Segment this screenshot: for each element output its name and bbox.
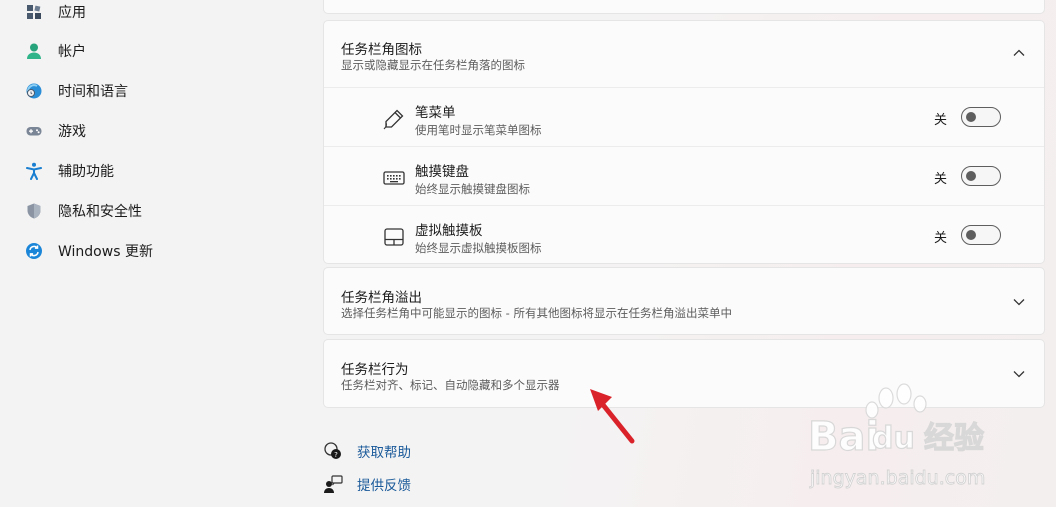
apps-icon: [24, 2, 44, 22]
sidebar-item-time-language[interactable]: 时间和语言: [24, 76, 294, 106]
get-help-link[interactable]: ? 获取帮助: [323, 441, 411, 461]
touch-keyboard-toggle[interactable]: [961, 166, 1001, 186]
virtual-touchpad-subtitle: 始终显示虚拟触摸板图标: [415, 241, 542, 255]
sidebar-item-label: 时间和语言: [58, 84, 128, 100]
watermark-brand-right: du: [872, 421, 915, 456]
corner-icons-section: 任务栏角图标 显示或隐藏显示在任务栏角落的图标 笔菜单 使用笔时显示笔菜单图标 …: [323, 20, 1045, 264]
pen-menu-toggle[interactable]: [961, 107, 1001, 127]
corner-overflow-section[interactable]: 任务栏角溢出 选择任务栏角中可能显示的图标 - 所有其他图标将显示在任务栏角溢出…: [323, 267, 1045, 335]
settings-sidebar: 应用 帐户 时间和语言 游戏 辅助功能 隐私和安全性 Windows 更新: [0, 0, 310, 507]
privacy-shield-icon: [24, 201, 44, 221]
chevron-up-icon[interactable]: [1012, 46, 1026, 60]
toggle-knob: [966, 112, 976, 122]
sidebar-item-privacy[interactable]: 隐私和安全性: [24, 196, 294, 226]
corner-overflow-subtitle: 选择任务栏角中可能显示的图标 - 所有其他图标将显示在任务栏角溢出菜单中: [341, 306, 732, 320]
watermark-brand-left: Bai: [808, 414, 879, 460]
feedback-icon: [324, 475, 343, 493]
corner-icons-title: 任务栏角图标: [341, 42, 422, 58]
account-icon: [24, 41, 44, 61]
touch-keyboard-row: 触摸键盘 始终显示触摸键盘图标 关: [324, 146, 1044, 205]
sidebar-item-label: 隐私和安全性: [58, 204, 142, 220]
sidebar-item-accessibility[interactable]: 辅助功能: [24, 156, 294, 186]
touch-keyboard-state: 关: [934, 172, 948, 187]
get-help-label: 获取帮助: [357, 445, 411, 461]
sidebar-item-label: 游戏: [58, 124, 86, 140]
pen-menu-row: 笔菜单 使用笔时显示笔菜单图标 关: [324, 87, 1044, 146]
svg-text:?: ?: [334, 451, 338, 459]
sidebar-item-label: 帐户: [58, 44, 86, 60]
virtual-touchpad-state: 关: [934, 231, 948, 246]
keyboard-icon: [383, 171, 405, 185]
touch-keyboard-subtitle: 始终显示触摸键盘图标: [415, 182, 530, 196]
sidebar-item-label: 辅助功能: [58, 164, 114, 180]
sidebar-item-label: Windows 更新: [58, 244, 153, 260]
pen-icon: [383, 109, 404, 130]
behaviors-title: 任务栏行为: [341, 362, 409, 378]
corner-overflow-title: 任务栏角溢出: [341, 290, 422, 306]
chevron-down-icon[interactable]: [1012, 367, 1026, 381]
touch-keyboard-title: 触摸键盘: [415, 164, 469, 180]
annotation-arrow-icon: [590, 389, 635, 444]
gaming-icon: [24, 121, 44, 141]
help-icon: ?: [324, 442, 341, 459]
corner-icons-header[interactable]: 任务栏角图标 显示或隐藏显示在任务栏角落的图标: [324, 21, 1044, 81]
previous-card: [323, 0, 1045, 14]
sidebar-item-gaming[interactable]: 游戏: [24, 116, 294, 146]
virtual-touchpad-row: 虚拟触摸板 始终显示虚拟触摸板图标 关: [324, 205, 1044, 264]
behaviors-subtitle: 任务栏对齐、标记、自动隐藏和多个显示器: [341, 378, 560, 392]
windows-update-icon: [24, 241, 44, 261]
virtual-touchpad-toggle[interactable]: [961, 225, 1001, 245]
watermark-url: jingyan.baidu.com: [809, 467, 985, 489]
give-feedback-link[interactable]: 提供反馈: [323, 474, 411, 494]
give-feedback-label: 提供反馈: [357, 478, 411, 494]
virtual-touchpad-title: 虚拟触摸板: [415, 223, 483, 239]
accessibility-icon: [24, 161, 44, 181]
pen-menu-state: 关: [934, 113, 948, 128]
toggle-knob: [966, 230, 976, 240]
pen-menu-title: 笔菜单: [415, 105, 456, 121]
sidebar-item-apps[interactable]: 应用: [24, 0, 294, 27]
pen-menu-subtitle: 使用笔时显示笔菜单图标: [415, 123, 542, 137]
sidebar-item-account[interactable]: 帐户: [24, 36, 294, 66]
time-language-icon: [24, 81, 44, 101]
chevron-down-icon[interactable]: [1012, 295, 1026, 309]
watermark-brand-cn: 经验: [924, 421, 984, 456]
baidu-jingyan-watermark-icon: Bai du 经验 jingyan.baidu.com: [807, 383, 986, 489]
sidebar-item-windows-update[interactable]: Windows 更新: [24, 236, 294, 266]
touchpad-icon: [384, 228, 404, 246]
sidebar-item-label: 应用: [58, 5, 86, 21]
corner-icons-subtitle: 显示或隐藏显示在任务栏角落的图标: [341, 58, 525, 72]
toggle-knob: [966, 171, 976, 181]
